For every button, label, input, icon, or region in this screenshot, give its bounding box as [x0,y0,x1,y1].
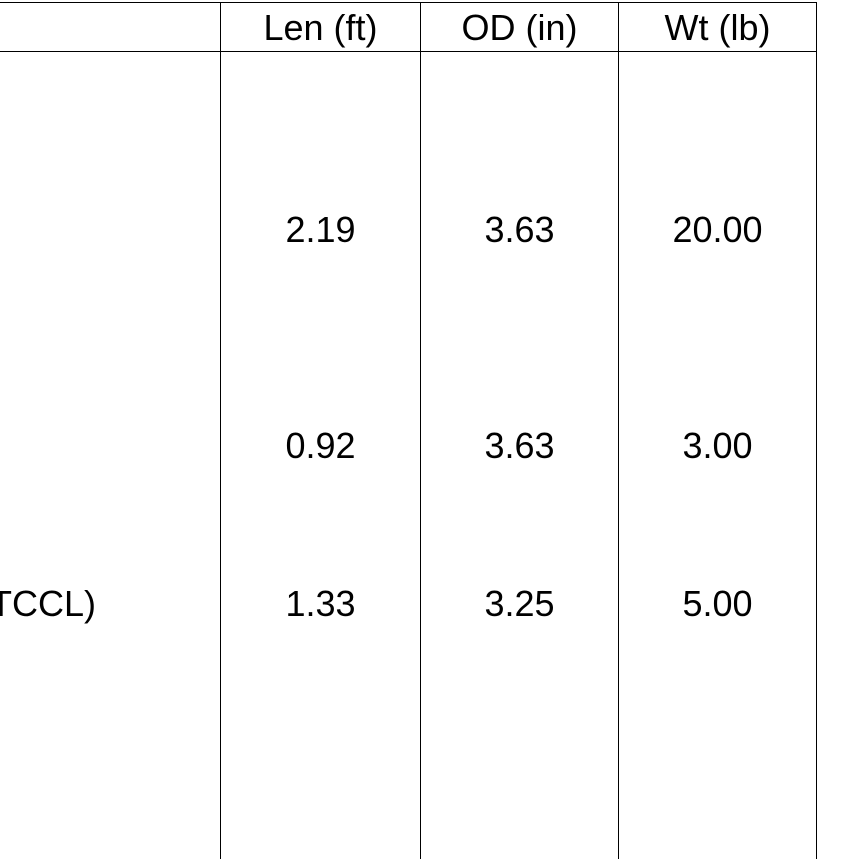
cell-length: 0.92 [285,425,356,466]
cell-od: 3.25 [484,583,555,624]
top-border [0,2,817,3]
cell-od: 3.63 [484,209,555,250]
row-label: TCCL) [0,583,96,624]
cell-weight: 20.00 [672,209,763,250]
cell-weight: 5.00 [682,583,753,624]
header-weight: Wt (lb) [664,7,771,48]
data-table: Len (ft) OD (in) Wt (lb) 2.19 3.63 20.00… [0,0,850,859]
right-border [816,2,817,859]
cell-weight: 3.00 [682,425,753,466]
cell-od: 3.63 [484,425,555,466]
cell-length: 2.19 [285,209,356,250]
header-length: Len (ft) [263,7,378,48]
header-divider [0,51,817,52]
header-od: OD (in) [461,7,578,48]
cell-length: 1.33 [285,583,356,624]
